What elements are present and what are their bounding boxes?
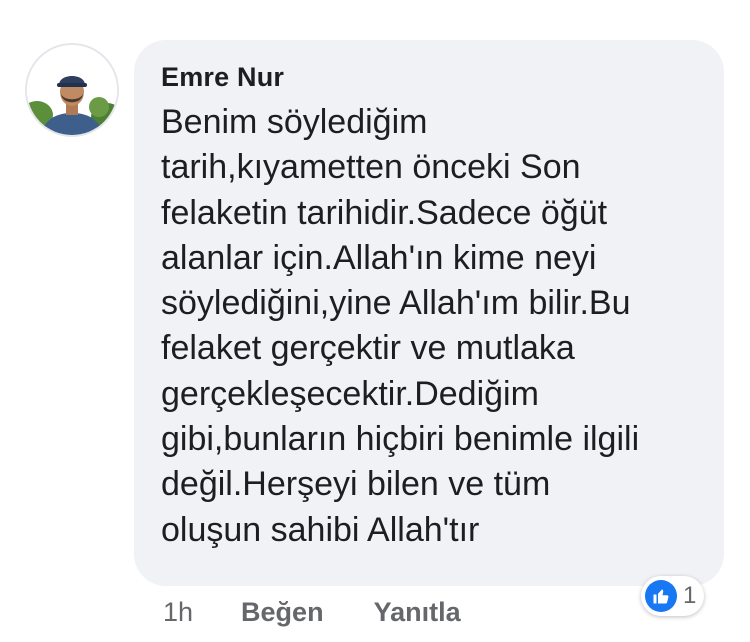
- comment-text-line: söylediğini,yine Allah'ım bilir.Bu: [161, 284, 631, 323]
- reply-button[interactable]: Yanıtla: [374, 597, 461, 628]
- avatar-photo: [27, 45, 117, 135]
- comment-text-line: felaketin tarihidir.Sadece öğüt: [161, 193, 608, 232]
- comment-bubble: Emre Nur Benim söylediğim tarih,kıyamett…: [134, 40, 724, 586]
- comment-text-line: değil.Herşeyi bilen ve tüm: [161, 465, 551, 504]
- comment-text-line: oluşun sahibi Allah'tır: [161, 510, 480, 549]
- comment-author-name[interactable]: Emre Nur: [161, 62, 698, 92]
- comment-text-line: gibi,bunların hiçbiri benimle ilgili: [161, 420, 640, 459]
- comment-text-line: alanlar için.Allah'ın kime neyi: [161, 238, 597, 277]
- comment-text-line: gerçekleşecektir.Dediğim: [161, 374, 539, 413]
- comment-text-line: Benim söylediğim: [161, 103, 428, 141]
- like-button[interactable]: Beğen: [241, 597, 324, 628]
- author-avatar[interactable]: [25, 43, 119, 137]
- comment-text: Benim söylediğim tarih,kıyametten önceki…: [161, 100, 698, 553]
- comment-timestamp[interactable]: 1h: [163, 597, 193, 628]
- thumbs-up-icon: [645, 580, 677, 612]
- comment-actions: 1h Beğen Yanıtla: [163, 594, 511, 630]
- reaction-count: 1: [683, 582, 697, 609]
- comment-text-line: felaket gerçektir ve mutlaka: [161, 329, 575, 368]
- comment-text-line: tarih,kıyametten önceki Son: [161, 148, 581, 187]
- reaction-summary[interactable]: 1: [641, 576, 705, 616]
